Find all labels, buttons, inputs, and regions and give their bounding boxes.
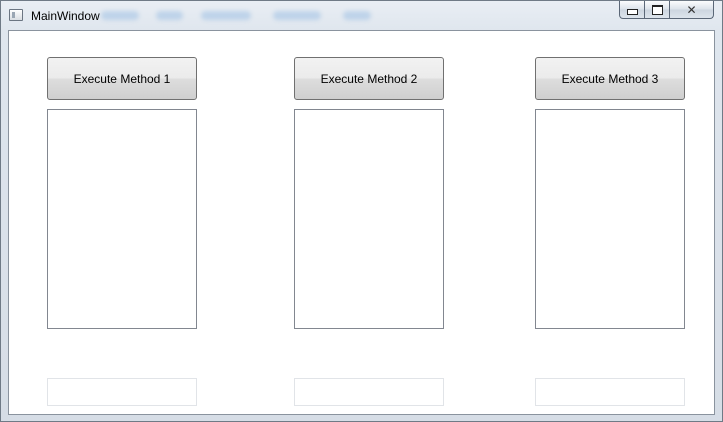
blurred-title-area — [101, 9, 401, 23]
window-controls: ✕ — [619, 1, 714, 19]
execute-method-2-button[interactable]: Execute Method 2 — [294, 57, 444, 100]
close-icon: ✕ — [686, 2, 697, 17]
execute-method-3-button[interactable]: Execute Method 3 — [535, 57, 685, 100]
method-1-listbox[interactable] — [47, 109, 197, 329]
window-title: MainWindow — [31, 9, 100, 23]
method-3-textbox[interactable] — [535, 378, 685, 406]
maximize-button[interactable] — [645, 1, 670, 19]
method-2-listbox[interactable] — [294, 109, 444, 329]
title-bar[interactable]: MainWindow ✕ — [1, 1, 722, 29]
minimize-icon — [626, 9, 638, 15]
main-window: MainWindow ✕ Execute Method 1 Execute Me… — [0, 0, 723, 422]
window-content: Execute Method 1 Execute Method 2 Execut… — [8, 30, 715, 415]
execute-method-1-button[interactable]: Execute Method 1 — [47, 57, 197, 100]
method-2-textbox[interactable] — [294, 378, 444, 406]
close-button[interactable]: ✕ — [670, 1, 714, 19]
method-1-textbox[interactable] — [47, 378, 197, 406]
app-window-icon[interactable] — [9, 9, 23, 21]
maximize-icon — [651, 4, 663, 15]
method-3-listbox[interactable] — [535, 109, 685, 329]
minimize-button[interactable] — [619, 1, 645, 19]
